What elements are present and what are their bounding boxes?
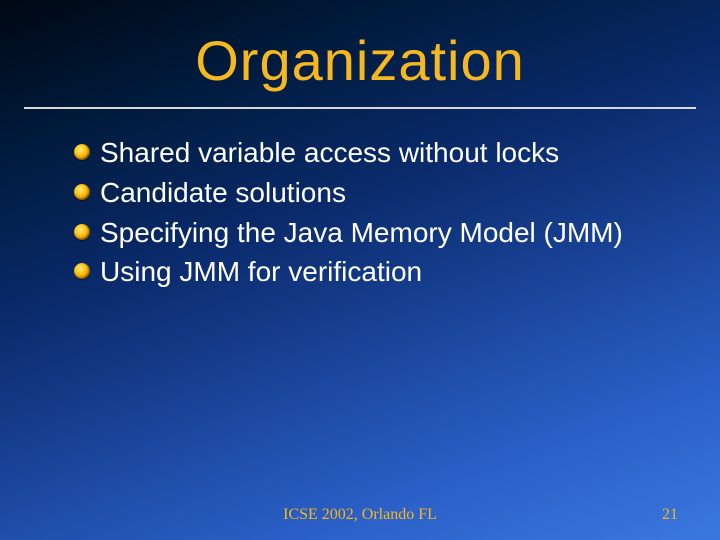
bullet-icon [74,224,90,240]
footer-venue: ICSE 2002, Orlando FL [0,506,720,524]
bullet-icon [74,263,90,279]
list-item-label: Candidate solutions [100,177,346,208]
list-item: Specifying the Java Memory Model (JMM) [100,215,652,251]
list-item: Using JMM for verification [100,254,652,290]
list-item-label: Specifying the Java Memory Model (JMM) [100,217,623,248]
list-item-label: Using JMM for verification [100,256,422,287]
bullet-icon [74,144,90,160]
list-item: Candidate solutions [100,175,652,211]
list-item-label: Shared variable access without locks [100,137,559,168]
bullet-list: Shared variable access without locks Can… [0,109,720,290]
list-item: Shared variable access without locks [100,135,652,171]
slide: Organization Shared variable access with… [0,0,720,540]
bullet-icon [74,184,90,200]
slide-title: Organization [0,0,720,107]
page-number: 21 [662,506,678,524]
